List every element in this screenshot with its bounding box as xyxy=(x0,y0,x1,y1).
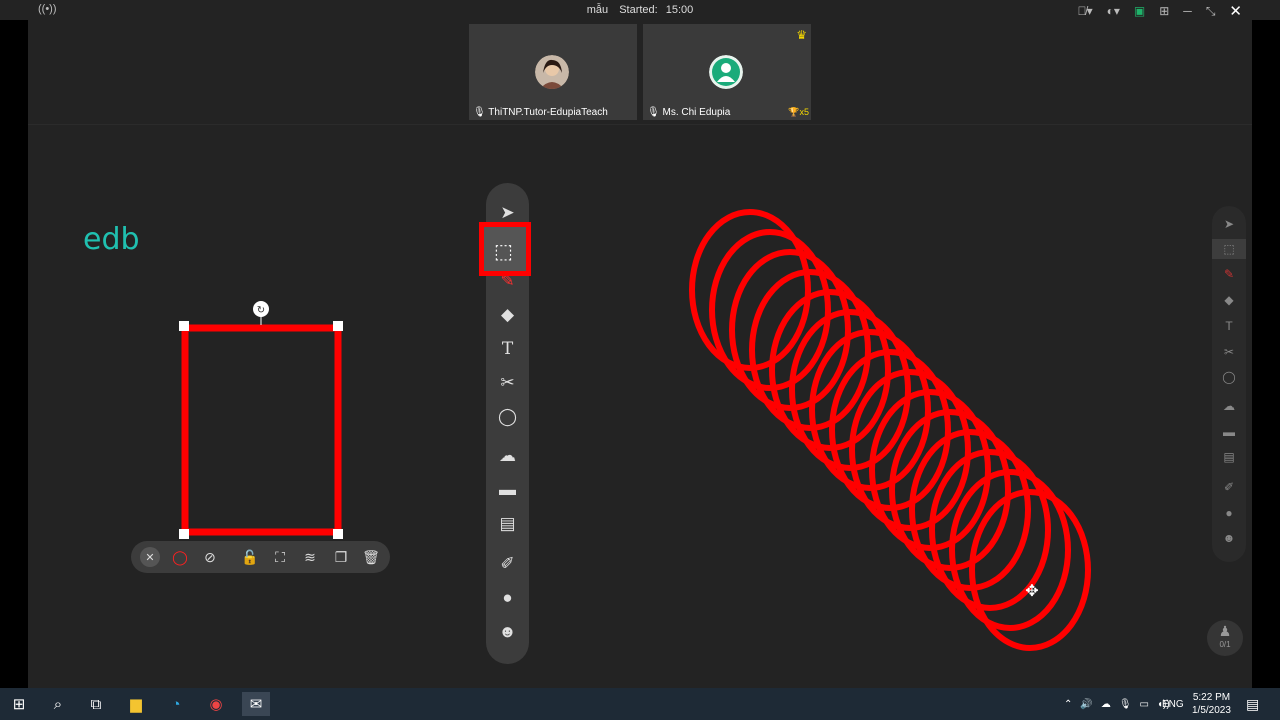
text-icon[interactable]: T xyxy=(486,335,529,363)
notifications-icon[interactable]: ▤ xyxy=(1246,688,1259,720)
mic-icon[interactable]: 🎙 xyxy=(1119,699,1132,710)
select-tool-button[interactable]: ⬚ xyxy=(479,222,531,276)
secondary-toolbar: ➤ ⬚ ✎ ◆ T ✂ ◯ ☁ ▬ ▤ ✐ ● ☻ xyxy=(1212,206,1246,562)
close-icon[interactable]: ✕ xyxy=(140,547,160,567)
windows-taskbar: ⊞ ⌕ ⧉ ▆ ◔ ◉ ✉ ⌃ 🔊 ☁ 🎙 ▭ ◖)) ENG 5:22 PM … xyxy=(0,688,1280,720)
cloud-icon[interactable]: ☁ xyxy=(1212,396,1246,416)
clock-date: 1/5/2023 xyxy=(1192,705,1231,716)
shape-icon[interactable]: ◯ xyxy=(1212,367,1246,387)
canvas-drawing[interactable]: ↻ ✥ xyxy=(0,0,1280,688)
presenter-count: 0/1 xyxy=(1219,640,1231,649)
network-icon[interactable]: ▭ xyxy=(1140,699,1149,710)
resize-handle xyxy=(179,321,189,331)
task-view-icon[interactable]: ⧉ xyxy=(84,692,108,716)
language[interactable]: ENG xyxy=(1162,688,1184,720)
color-icon[interactable]: ◯ xyxy=(170,547,190,567)
scissors-icon[interactable]: ✂ xyxy=(1212,342,1246,362)
shape-icon[interactable]: ◯ xyxy=(486,403,529,431)
cloud-icon[interactable]: ☁ xyxy=(486,442,529,470)
duplicate-icon[interactable]: ❐ xyxy=(331,547,351,567)
select-icon: ⬚ xyxy=(494,241,513,263)
eraser-icon[interactable]: ◆ xyxy=(486,301,529,329)
text-icon[interactable]: T xyxy=(1212,316,1246,336)
search-icon[interactable]: ⌕ xyxy=(46,692,70,716)
volume-icon[interactable]: 🔊 xyxy=(1080,699,1092,710)
presenter-button[interactable]: ♟ 0/1 xyxy=(1207,620,1243,656)
chrome-icon[interactable]: ◉ xyxy=(204,692,228,716)
layers-icon[interactable]: ≋ xyxy=(300,547,320,567)
users-icon[interactable]: ☻ xyxy=(486,618,529,646)
system-tray: ⌃ 🔊 ☁ 🎙 ▭ ◖)) xyxy=(1064,688,1170,720)
eraser-icon[interactable]: ◆ xyxy=(1212,290,1246,310)
edit-icon[interactable]: ✐ xyxy=(1212,477,1246,497)
save-icon[interactable]: ▤ xyxy=(1212,447,1246,467)
edge-icon[interactable]: ◔ xyxy=(164,692,188,716)
file-explorer-icon[interactable]: ▆ xyxy=(124,692,148,716)
selected-rectangle xyxy=(181,324,342,536)
classroom-app-icon[interactable]: ✉ xyxy=(242,692,270,716)
users-icon[interactable]: ☻ xyxy=(1212,528,1246,548)
transform-icon[interactable]: ⛶ xyxy=(270,547,290,567)
resize-handle xyxy=(179,529,189,539)
briefcase-icon[interactable]: ▬ xyxy=(486,476,529,504)
resize-handle xyxy=(333,321,343,331)
edit-icon[interactable]: ✐ xyxy=(486,550,529,578)
lock-icon[interactable]: 🔓 xyxy=(240,547,260,567)
rotate-icon: ↻ xyxy=(257,305,265,316)
windows-start-icon[interactable]: ⊞ xyxy=(7,692,31,716)
onedrive-icon[interactable]: ☁ xyxy=(1101,699,1111,710)
presenter-icon: ♟ xyxy=(1218,623,1232,639)
chevron-up-icon[interactable]: ⌃ xyxy=(1064,699,1072,710)
briefcase-icon[interactable]: ▬ xyxy=(1212,422,1246,442)
select-icon[interactable]: ⬚ xyxy=(1212,239,1246,259)
clock[interactable]: 5:22 PM 1/5/2023 xyxy=(1192,688,1231,720)
pen-icon[interactable]: ✎ xyxy=(1212,264,1246,284)
pointer-icon[interactable]: ➤ xyxy=(1212,214,1246,234)
chat-icon[interactable]: ● xyxy=(486,584,529,612)
chat-icon[interactable]: ● xyxy=(1212,503,1246,523)
clock-time: 5:22 PM xyxy=(1192,692,1231,703)
move-cursor-icon: ✥ xyxy=(1025,583,1038,600)
resize-handle xyxy=(333,529,343,539)
save-icon[interactable]: ▤ xyxy=(486,510,529,538)
scissors-icon[interactable]: ✂ xyxy=(486,369,529,397)
delete-icon[interactable]: 🗑 xyxy=(361,547,381,567)
no-fill-icon[interactable]: ⊘ xyxy=(200,547,220,567)
shape-context-menu: ✕ ◯ ⊘ 🔓 ⛶ ≋ ❐ 🗑 xyxy=(131,541,390,573)
